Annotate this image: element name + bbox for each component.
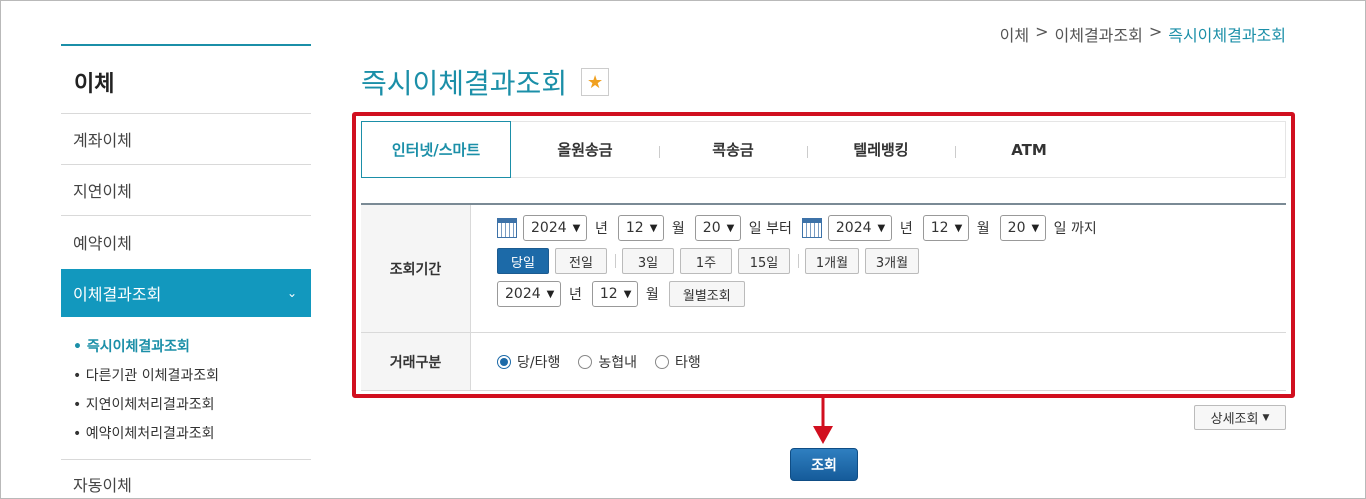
red-arrow-annotation bbox=[813, 398, 833, 444]
detail-search-button[interactable]: 상세조회 ▼ bbox=[1194, 405, 1286, 430]
breadcrumb-separator: > bbox=[1035, 22, 1049, 41]
breadcrumb-item[interactable]: 이체 bbox=[1000, 22, 1029, 46]
sub-item-instant-results[interactable]: • 즉시이체결과조회 bbox=[73, 333, 311, 362]
breadcrumb: 이체 > 이체결과조회 > 즉시이체결과조회 bbox=[1000, 22, 1286, 46]
page-title: 즉시이체결과조회 ★ bbox=[361, 62, 610, 102]
sidebar-item-scheduled-transfer[interactable]: 예약이체 bbox=[61, 216, 311, 267]
sidebar-header: 이체 bbox=[61, 44, 311, 114]
sidebar-item-label: 이체결과조회 bbox=[73, 285, 162, 304]
highlight-box bbox=[352, 112, 1295, 398]
sidebar-item-auto-transfer[interactable]: 자동이체 bbox=[61, 460, 311, 499]
chevron-down-icon: ▼ bbox=[1262, 412, 1270, 423]
sidebar-item-transfer-results[interactable]: 이체결과조회 ⌄ bbox=[61, 269, 311, 317]
search-button[interactable]: 조회 bbox=[790, 448, 858, 481]
sidebar-item-delayed-transfer[interactable]: 지연이체 bbox=[61, 165, 311, 216]
breadcrumb-current: 즉시이체결과조회 bbox=[1168, 26, 1286, 45]
breadcrumb-item[interactable]: 이체결과조회 bbox=[1055, 22, 1143, 46]
sub-item-other-institution-results[interactable]: • 다른기관 이체결과조회 bbox=[73, 362, 311, 391]
sidebar-title: 이체 bbox=[74, 72, 115, 97]
page-title-text: 즉시이체결과조회 bbox=[361, 67, 568, 100]
sidebar-item-account-transfer[interactable]: 계좌이체 bbox=[61, 114, 311, 165]
sidebar-sub-list: • 즉시이체결과조회 • 다른기관 이체결과조회 • 지연이체처리결과조회 • … bbox=[61, 317, 311, 460]
sidebar: 이체 계좌이체 지연이체 예약이체 이체결과조회 ⌄ • 즉시이체결과조회 • … bbox=[61, 44, 311, 499]
sub-item-scheduled-results[interactable]: • 예약이체처리결과조회 bbox=[73, 420, 311, 449]
breadcrumb-separator: > bbox=[1148, 22, 1163, 41]
chevron-down-icon: ⌄ bbox=[286, 286, 297, 300]
sub-item-delayed-results[interactable]: • 지연이체처리결과조회 bbox=[73, 391, 311, 420]
favorite-star-icon[interactable]: ★ bbox=[581, 68, 610, 96]
